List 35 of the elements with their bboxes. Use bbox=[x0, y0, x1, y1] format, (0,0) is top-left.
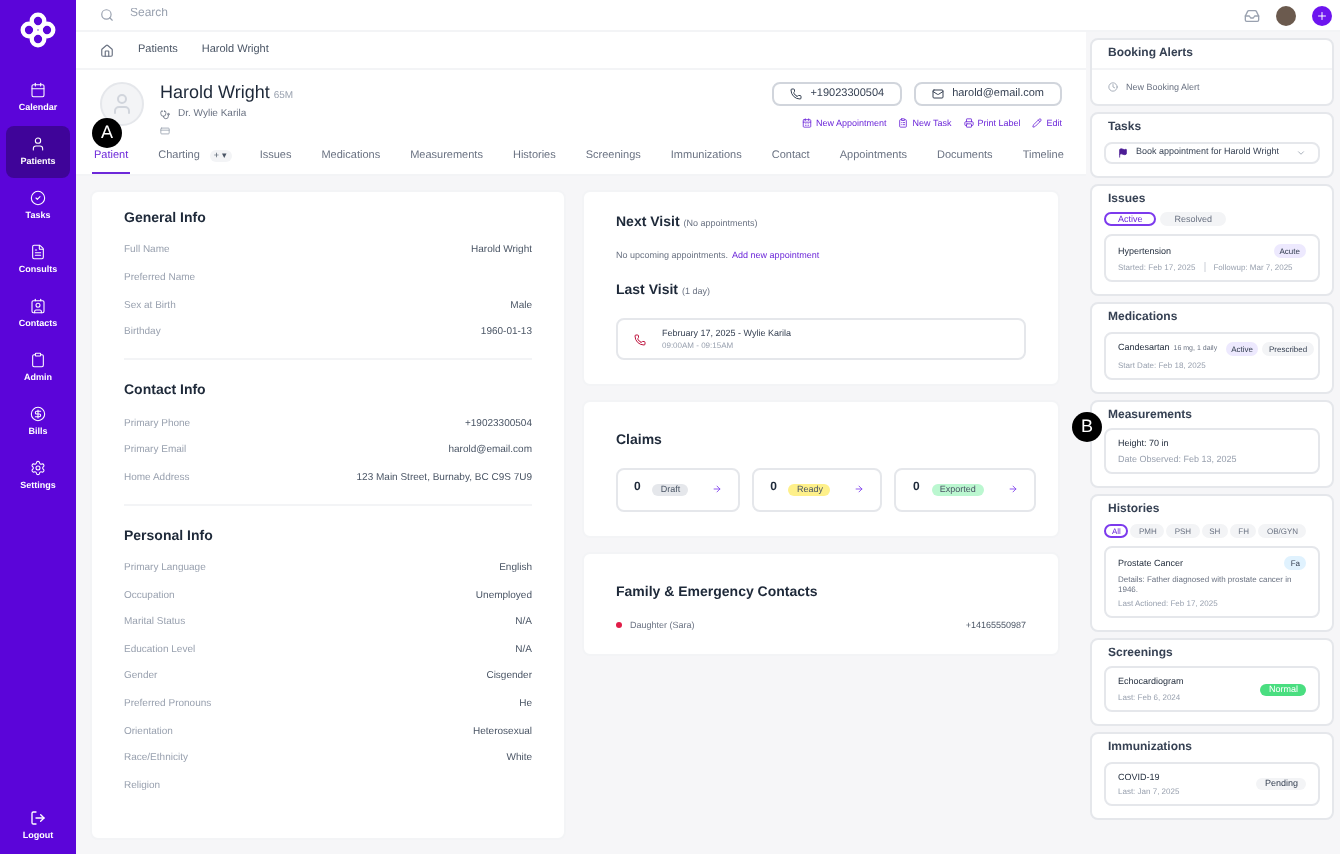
search-icon bbox=[100, 8, 114, 22]
clock-icon bbox=[1108, 81, 1118, 92]
add-button[interactable] bbox=[1312, 5, 1332, 25]
flag-icon bbox=[1118, 147, 1128, 158]
logout-icon bbox=[30, 810, 46, 827]
mail-icon bbox=[932, 88, 945, 100]
settings-icon bbox=[30, 460, 46, 477]
pencil-icon bbox=[1032, 118, 1043, 129]
logo-icon bbox=[20, 12, 56, 48]
check-circle-icon bbox=[30, 190, 46, 207]
home-icon[interactable] bbox=[100, 43, 114, 57]
calendar-icon bbox=[30, 82, 46, 99]
bullet-icon bbox=[616, 621, 622, 628]
annotation-marker: B bbox=[1072, 412, 1102, 442]
dollar-icon bbox=[30, 406, 46, 423]
document-icon bbox=[30, 244, 46, 261]
clipboard-icon bbox=[30, 352, 46, 369]
chevron-icon bbox=[1296, 147, 1306, 158]
contacts-icon bbox=[30, 298, 46, 315]
stethoscope-icon bbox=[160, 109, 170, 120]
printer-icon bbox=[963, 118, 974, 129]
inbox-icon[interactable] bbox=[1244, 7, 1260, 23]
calendar-icon bbox=[802, 118, 812, 129]
arrow-icon bbox=[1007, 484, 1018, 495]
phone-icon bbox=[634, 333, 646, 346]
arrow-icon bbox=[712, 484, 723, 495]
avatar[interactable] bbox=[1276, 5, 1296, 25]
arrow-icon bbox=[854, 484, 865, 495]
card-icon bbox=[160, 125, 170, 135]
patient-name: Harold Wright bbox=[160, 82, 270, 105]
plus-icon bbox=[1316, 9, 1328, 21]
user-icon bbox=[30, 136, 46, 153]
phone-icon bbox=[790, 88, 803, 100]
user-icon bbox=[110, 92, 134, 116]
clipboard-icon bbox=[898, 118, 909, 129]
